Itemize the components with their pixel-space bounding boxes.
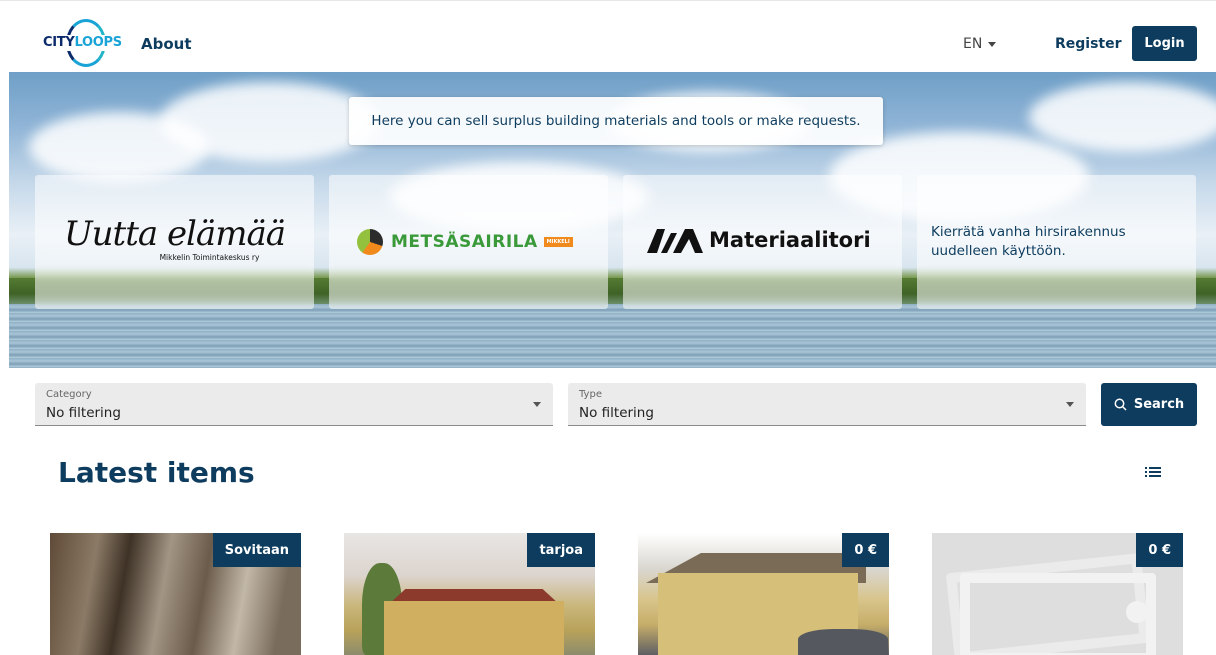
search-button-label: Search [1133,397,1185,412]
hero-banner-image: Here you can sell surplus building mater… [9,72,1216,368]
logo-loops-text: LOOPS [74,35,122,50]
partner-text-kierrata: Kierrätä vanha hirsirakennus uudelleen k… [931,224,1126,259]
item-image [384,601,564,655]
search-icon [1114,398,1127,411]
chevron-down-icon [533,402,541,407]
latest-items-heading: Latest items [58,456,255,489]
partner-card-kierrata[interactable]: Kierrätä vanha hirsirakennus uudelleen k… [917,175,1196,309]
partner-logo-metsasairila: METSÄSAIRILA [391,232,538,252]
category-select-label: Category [46,389,92,400]
item-price-badge: 0 € [1136,533,1183,567]
item-card[interactable]: 0 € [932,533,1183,655]
item-price-badge: Sovitaan [212,533,301,567]
partner-logo-uutta-elamaa: Uutta elämää [63,214,286,254]
category-select[interactable]: Category No filtering [35,383,553,426]
partner-card-uutta-elamaa[interactable]: Uutta elämää Mikkelin Toimintakeskus ry [35,175,314,309]
item-card[interactable]: 0 € [638,533,889,655]
hero-tagline: Here you can sell surplus building mater… [349,97,883,145]
language-label: EN [963,36,983,52]
nav-about-link[interactable]: About [141,34,192,54]
partner-card-metsasairila[interactable]: METSÄSAIRILA MIKKELI [329,175,608,309]
metsasairila-logo-icon [357,229,383,255]
chevron-down-icon [988,41,997,47]
item-card[interactable]: tarjoa [344,533,595,655]
partner-sub-label: Mikkelin Toimintakeskus ry [159,253,260,262]
type-select[interactable]: Type No filtering [568,383,1086,426]
search-button[interactable]: Search [1101,383,1197,426]
login-button[interactable]: Login [1132,26,1197,61]
list-view-icon[interactable] [1145,465,1161,479]
language-selector[interactable]: EN [963,34,997,54]
cityloops-logo[interactable]: CITYLOOPS [42,19,123,67]
partner-tag-mikkeli: MIKKELI [543,237,573,247]
materiaalitori-logo-icon [647,229,703,253]
item-price-badge: 0 € [842,533,889,567]
item-card[interactable]: Sovitaan [50,533,301,655]
partner-card-materiaalitori[interactable]: Materiaalitori [623,175,902,309]
partner-logo-materiaalitori: Materiaalitori [709,228,871,252]
top-navbar: CITYLOOPS About EN Register Login [0,0,1216,72]
register-link[interactable]: Register [1055,34,1122,54]
type-select-value: No filtering [579,405,654,421]
logo-city-text: CITY [43,35,75,50]
type-select-label: Type [579,389,602,400]
item-price-badge: tarjoa [527,533,595,567]
category-select-value: No filtering [46,405,121,421]
chevron-down-icon [1066,402,1074,407]
